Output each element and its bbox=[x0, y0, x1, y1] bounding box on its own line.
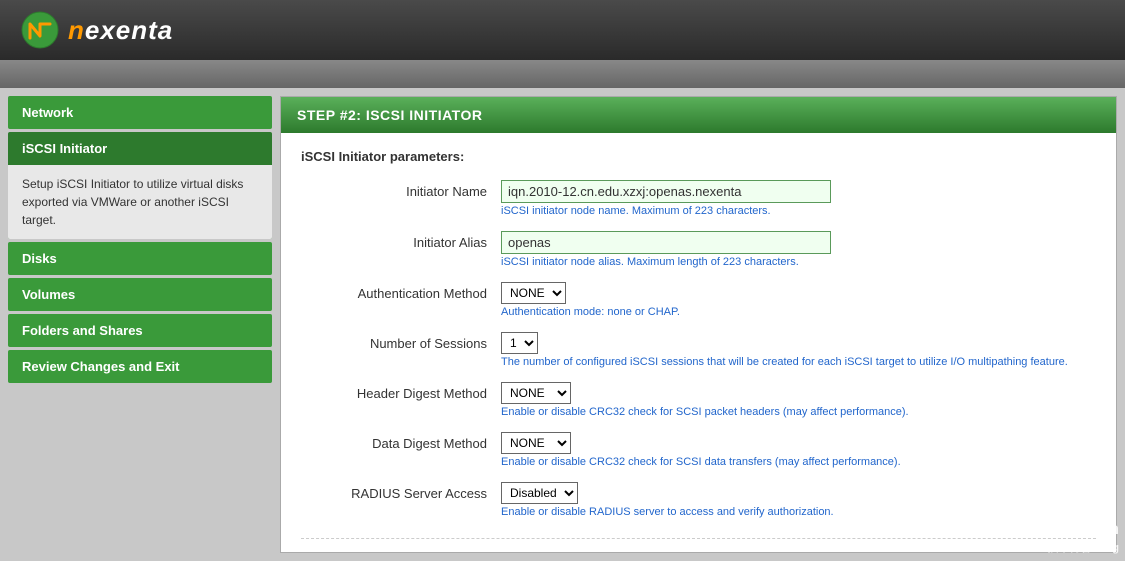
content-body: iSCSI Initiator parameters: Initiator Na… bbox=[281, 133, 1116, 553]
sidebar-item-disks[interactable]: Disks bbox=[8, 242, 272, 275]
field-num-sessions: 1234 The number of configured iSCSI sessi… bbox=[501, 332, 1096, 368]
sidebar-item-review-changes[interactable]: Review Changes and Exit bbox=[8, 350, 272, 383]
form-row-initiator-alias: Initiator AliasiSCSI initiator node alia… bbox=[301, 231, 1096, 268]
sidebar-item-network[interactable]: Network bbox=[8, 96, 272, 129]
sidebar: Network iSCSI Initiator Setup iSCSI Init… bbox=[0, 88, 280, 561]
logo-rest: exenta bbox=[85, 15, 173, 45]
logo-n: n bbox=[68, 15, 85, 45]
label-initiator-name: Initiator Name bbox=[301, 180, 501, 199]
app-header: nexenta bbox=[0, 0, 1125, 60]
save-row: Save bbox=[301, 538, 1096, 553]
field-data-digest: NONECRC32 Enable or disable CRC32 check f… bbox=[501, 432, 1096, 468]
form-row-header-digest: Header Digest MethodNONECRC32 Enable or d… bbox=[301, 382, 1096, 418]
hint-initiator-name: iSCSI initiator node name. Maximum of 22… bbox=[501, 205, 1096, 217]
input-initiator-alias[interactable] bbox=[501, 231, 831, 254]
sidebar-item-folders-and-shares[interactable]: Folders and Shares bbox=[8, 314, 272, 347]
step-header: STEP #2: ISCSI INITIATOR bbox=[281, 97, 1116, 133]
label-auth-method: Authentication Method bbox=[301, 282, 501, 301]
main-layout: Network iSCSI Initiator Setup iSCSI Init… bbox=[0, 88, 1125, 561]
field-radius-access: DisabledEnabled Enable or disable RADIUS … bbox=[501, 482, 1096, 518]
logo: nexenta bbox=[20, 10, 173, 50]
sidebar-item-volumes[interactable]: Volumes bbox=[8, 278, 272, 311]
form-row-auth-method: Authentication MethodNONECHAP Authenticat… bbox=[301, 282, 1096, 318]
sidebar-section-iscsi: iSCSI Initiator Setup iSCSI Initiator to… bbox=[8, 132, 272, 239]
select-header-digest[interactable]: NONECRC32 bbox=[501, 382, 571, 404]
field-header-digest: NONECRC32 Enable or disable CRC32 check f… bbox=[501, 382, 1096, 418]
hint-radius-access: Enable or disable RADIUS server to acces… bbox=[501, 506, 1096, 518]
field-initiator-alias: iSCSI initiator node alias. Maximum leng… bbox=[501, 231, 1096, 268]
select-num-sessions[interactable]: 1234 bbox=[501, 332, 538, 354]
sub-header-bar bbox=[0, 60, 1125, 88]
hint-data-digest: Enable or disable CRC32 check for SCSI d… bbox=[501, 456, 1096, 468]
input-initiator-name[interactable] bbox=[501, 180, 831, 203]
form-row-initiator-name: Initiator NameiSCSI initiator node name.… bbox=[301, 180, 1096, 217]
label-num-sessions: Number of Sessions bbox=[301, 332, 501, 351]
section-title: iSCSI Initiator parameters: bbox=[301, 149, 1096, 164]
hint-initiator-alias: iSCSI initiator node alias. Maximum leng… bbox=[501, 256, 1096, 268]
select-auth-method[interactable]: NONECHAP bbox=[501, 282, 566, 304]
form-row-num-sessions: Number of Sessions1234 The number of conf… bbox=[301, 332, 1096, 368]
content-panel: STEP #2: ISCSI INITIATOR iSCSI Initiator… bbox=[280, 96, 1117, 553]
field-initiator-name: iSCSI initiator node name. Maximum of 22… bbox=[501, 180, 1096, 217]
sidebar-item-iscsi-initiator[interactable]: iSCSI Initiator bbox=[8, 132, 272, 165]
label-initiator-alias: Initiator Alias bbox=[301, 231, 501, 250]
hint-header-digest: Enable or disable CRC32 check for SCSI p… bbox=[501, 406, 1096, 418]
label-data-digest: Data Digest Method bbox=[301, 432, 501, 451]
hint-auth-method: Authentication mode: none or CHAP. bbox=[501, 306, 1096, 318]
form-row-data-digest: Data Digest MethodNONECRC32 Enable or dis… bbox=[301, 432, 1096, 468]
label-radius-access: RADIUS Server Access bbox=[301, 482, 501, 501]
logo-text: nexenta bbox=[68, 15, 173, 46]
sidebar-iscsi-description: Setup iSCSI Initiator to utilize virtual… bbox=[8, 165, 272, 239]
field-auth-method: NONECHAP Authentication mode: none or CHA… bbox=[501, 282, 1096, 318]
label-header-digest: Header Digest Method bbox=[301, 382, 501, 401]
form-row-radius-access: RADIUS Server AccessDisabledEnabled Enabl… bbox=[301, 482, 1096, 518]
nexenta-logo-icon bbox=[20, 10, 60, 50]
select-radius-access[interactable]: DisabledEnabled bbox=[501, 482, 578, 504]
select-data-digest[interactable]: NONECRC32 bbox=[501, 432, 571, 454]
form-container: Initiator NameiSCSI initiator node name.… bbox=[301, 180, 1096, 518]
hint-num-sessions: The number of configured iSCSI sessions … bbox=[501, 356, 1096, 368]
